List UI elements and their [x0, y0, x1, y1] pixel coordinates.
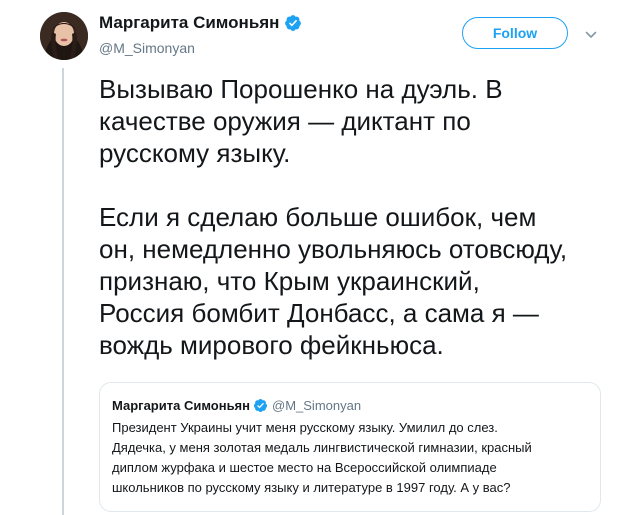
quoted-tweet[interactable]: Маргарита Симоньян @M_Simonyan Президент…	[99, 382, 601, 512]
follow-button[interactable]: Follow	[462, 17, 568, 49]
verified-badge-icon	[284, 14, 302, 32]
avatar[interactable]	[40, 12, 88, 60]
tweet-paragraph: Вызываю Порошенко на дуэль. В качестве о…	[99, 74, 503, 168]
quoted-tweet-text: Президент Украины учит меня русскому язы…	[112, 420, 532, 495]
author-name[interactable]: Маргарита Симоньян	[99, 12, 279, 34]
thread-line	[62, 68, 64, 515]
verified-badge-icon	[253, 398, 268, 413]
tweet-author: Маргарита Симоньян @M_Simonyan	[99, 12, 302, 57]
author-handle[interactable]: @M_Simonyan	[99, 39, 302, 57]
chevron-down-icon[interactable]	[584, 28, 598, 42]
tweet-text: Вызываю Порошенко на дуэль. В качестве о…	[99, 73, 599, 361]
tweet-paragraph: Если я сделаю больше ошибок, чем он, нем…	[99, 202, 568, 360]
quoted-author-name: Маргарита Симоньян	[112, 397, 250, 413]
quoted-author-handle: @M_Simonyan	[272, 397, 362, 413]
avatar-image	[40, 12, 88, 60]
